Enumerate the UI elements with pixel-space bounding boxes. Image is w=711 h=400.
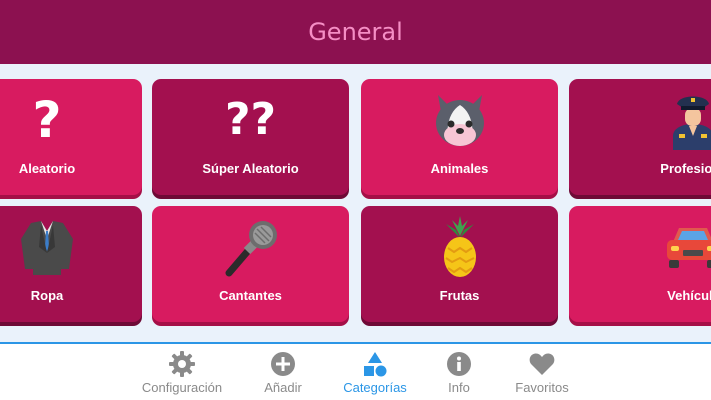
category-label: Aleatorio	[18, 161, 76, 176]
category-card-frutas[interactable]: Frutas	[361, 206, 558, 322]
category-card-profesiones[interactable]: Profesiones	[569, 79, 711, 195]
category-label: Profesiones	[660, 161, 711, 176]
category-grid: ? Aleatorio ?? Súper Aleatorio Animales	[0, 64, 711, 342]
page-title: General	[308, 18, 403, 46]
microphone-icon	[152, 216, 349, 278]
nav-label: Favoritos	[515, 380, 569, 395]
car-icon	[619, 216, 711, 278]
category-label: Frutas	[439, 288, 480, 303]
pineapple-icon	[361, 216, 558, 278]
category-card-animales[interactable]: Animales	[361, 79, 558, 195]
bottom-navigation: Configuración Añadir Categorías Info Fav…	[0, 342, 711, 400]
category-label: Súper Aleatorio	[202, 161, 299, 176]
heart-icon	[487, 350, 597, 378]
category-label: Vehículos	[667, 288, 711, 303]
suit-jacket-icon	[0, 216, 142, 278]
dog-icon	[361, 89, 558, 151]
nav-favoritos[interactable]: Favoritos	[487, 350, 597, 395]
app-header: General	[0, 0, 711, 64]
question-mark-icon: ?	[32, 91, 62, 149]
category-card-cantantes[interactable]: Cantantes	[152, 206, 349, 322]
category-label: Animales	[430, 161, 489, 176]
category-card-aleatorio[interactable]: ? Aleatorio	[0, 79, 142, 195]
category-label: Cantantes	[219, 288, 282, 303]
category-card-super-aleatorio[interactable]: ?? Súper Aleatorio	[152, 79, 349, 195]
double-question-mark-icon: ??	[224, 94, 277, 145]
gear-icon	[127, 350, 237, 378]
category-card-vehiculos[interactable]: Vehículos	[569, 206, 711, 322]
category-label: Ropa	[30, 288, 64, 303]
category-card-ropa[interactable]: Ropa	[0, 206, 142, 322]
police-officer-icon	[619, 89, 711, 151]
nav-configuracion[interactable]: Configuración	[127, 350, 237, 395]
nav-label: Configuración	[141, 380, 223, 395]
